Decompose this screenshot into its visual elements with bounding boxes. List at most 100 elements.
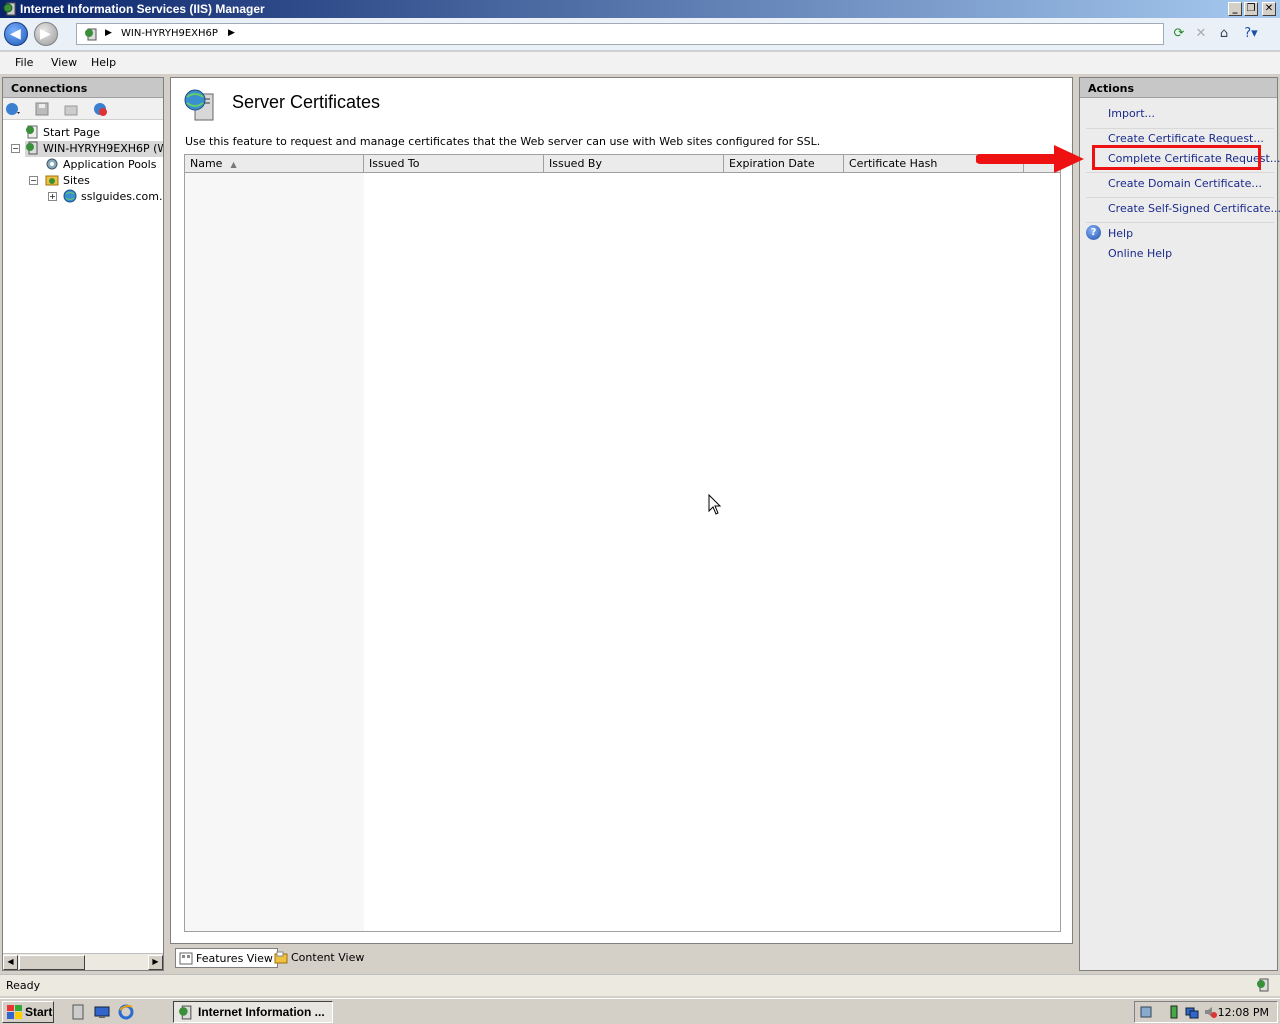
content-view-icon	[274, 951, 288, 964]
column-header-expiration-date[interactable]: Expiration Date	[724, 155, 844, 173]
features-view-label: Features View	[196, 952, 273, 965]
application-pools-icon	[46, 158, 58, 170]
close-button[interactable]: ✕	[1262, 2, 1276, 16]
server-status-icon	[1257, 978, 1269, 992]
import-link[interactable]: Import...	[1108, 107, 1155, 120]
sites-folder-icon	[45, 175, 59, 186]
feature-panel: Server Certificates Use this feature to …	[170, 77, 1073, 944]
collapse-server-icon[interactable]: −	[11, 144, 20, 153]
minimize-button[interactable]: _	[1228, 2, 1242, 16]
menu-view[interactable]: View	[51, 56, 77, 69]
scroll-right-icon[interactable]: ▶	[148, 955, 163, 970]
desktop-icon[interactable]	[94, 1004, 110, 1020]
feature-description: Use this feature to request and manage c…	[185, 135, 821, 148]
expand-site-icon[interactable]: +	[48, 192, 57, 201]
content-view-tab[interactable]: Content View	[271, 948, 368, 968]
tray-network-icon[interactable]	[1185, 1005, 1199, 1019]
page-title: Server Certificates	[232, 92, 381, 112]
actions-panel: Actions Import... Create Certificate Req…	[1079, 77, 1280, 971]
create-domain-certificate-link[interactable]: Create Domain Certificate...	[1108, 177, 1262, 190]
tree-label: Sites	[63, 174, 90, 187]
forward-button[interactable]: ▶	[34, 22, 58, 46]
scroll-left-icon[interactable]: ◀	[3, 955, 18, 970]
red-arrow-annotation-icon	[976, 145, 1084, 173]
tree-label: Application Pools	[63, 158, 157, 171]
create-self-signed-certificate-link[interactable]: Create Self-Signed Certificate...	[1108, 202, 1280, 215]
internet-explorer-icon[interactable]	[118, 1004, 134, 1020]
clock: 12:08 PM	[1217, 1006, 1269, 1019]
scroll-thumb[interactable]	[19, 955, 85, 970]
up-level-icon[interactable]	[63, 101, 79, 117]
taskbar: Start Internet Information ... 12:08 PM	[0, 998, 1280, 1024]
save-icon[interactable]	[34, 101, 50, 117]
collapse-sites-icon[interactable]: −	[29, 176, 38, 185]
certificates-table[interactable]: Name ▲ Issued To Issued By Expiration Dat…	[184, 154, 1061, 932]
globe-icon	[63, 189, 77, 203]
connections-toolbar	[3, 98, 163, 120]
mouse-cursor-icon	[708, 494, 722, 515]
column-header-issued-by[interactable]: Issued By	[544, 155, 724, 173]
help-link[interactable]: Help	[1108, 227, 1133, 240]
separator	[1086, 222, 1274, 223]
menu-file[interactable]: File	[15, 56, 33, 69]
server-icon	[26, 141, 38, 155]
help-dropdown-icon[interactable]: ?▾	[1242, 25, 1260, 43]
windows-flag-icon	[7, 1005, 22, 1019]
tray-volume-muted-icon[interactable]	[1203, 1005, 1217, 1019]
breadcrumb-server[interactable]: WIN-HYRYH9EXH6P	[121, 28, 218, 39]
tray-power-icon[interactable]	[1167, 1005, 1181, 1019]
tree-label: WIN-HYRYH9EXH6P (WIN	[43, 142, 163, 155]
disconnect-icon[interactable]	[92, 101, 108, 117]
title-bar: Internet Information Services (IIS) Mana…	[0, 0, 1280, 18]
connect-icon[interactable]	[5, 101, 21, 117]
status-text: Ready	[6, 979, 41, 992]
features-view-icon	[179, 952, 193, 965]
stop-icon[interactable]: ✕	[1192, 25, 1210, 43]
taskbar-iis-manager-button[interactable]: Internet Information ...	[173, 1001, 333, 1023]
connections-hscrollbar[interactable]: ◀ ▶	[3, 953, 163, 970]
start-label: Start	[25, 1005, 53, 1019]
back-arrow-icon: ◀	[10, 26, 21, 42]
features-view-tab[interactable]: Features View	[175, 948, 278, 968]
online-help-link[interactable]: Online Help	[1108, 247, 1172, 260]
server-icon	[85, 28, 97, 41]
connections-header: Connections	[3, 78, 163, 98]
server-certificates-icon	[184, 89, 214, 121]
column-header-issued-to[interactable]: Issued To	[364, 155, 544, 173]
separator	[1086, 172, 1274, 173]
maximize-button[interactable]: ❐	[1244, 2, 1258, 16]
start-button[interactable]: Start	[2, 1001, 54, 1023]
status-bar: Ready	[0, 974, 1280, 996]
taskbar-button-label: Internet Information ...	[198, 1005, 325, 1019]
content-view-label: Content View	[291, 951, 365, 964]
highlight-box	[1092, 145, 1261, 170]
menu-bar: File View Help	[0, 52, 1280, 74]
connections-panel: Connections Start Page − WIN-HYRYH9EXH6P…	[2, 77, 164, 971]
tree-server[interactable]: WIN-HYRYH9EXH6P (WIN	[25, 141, 163, 157]
start-page-icon	[26, 125, 38, 139]
back-button[interactable]: ◀	[4, 22, 28, 46]
tray-server-icon[interactable]	[1139, 1005, 1153, 1019]
refresh-icon[interactable]: ⟳	[1170, 25, 1188, 43]
help-icon[interactable]: ?	[1086, 225, 1101, 240]
system-tray: 12:08 PM	[1134, 1001, 1278, 1023]
window-title: Internet Information Services (IIS) Mana…	[20, 2, 265, 16]
tree-label: Start Page	[43, 126, 100, 139]
forward-arrow-icon: ▶	[40, 26, 51, 42]
column-header-name[interactable]: Name ▲	[185, 155, 364, 173]
iis-app-icon	[179, 1005, 192, 1020]
separator	[1086, 197, 1274, 198]
create-certificate-request-link[interactable]: Create Certificate Request...	[1108, 132, 1264, 145]
address-toolbar: ◀ ▶ ▶ WIN-HYRYH9EXH6P ▶ ⟳ ✕ ⌂ ?▾	[0, 18, 1280, 51]
home-icon[interactable]: ⌂	[1215, 25, 1233, 43]
sorted-column-shade	[185, 173, 364, 931]
address-field[interactable]: ▶ WIN-HYRYH9EXH6P ▶	[76, 23, 1164, 45]
server-manager-icon[interactable]	[70, 1004, 86, 1020]
menu-help[interactable]: Help	[91, 56, 116, 69]
connections-tree: Start Page − WIN-HYRYH9EXH6P (WIN Applic…	[3, 122, 163, 952]
tree-label: sslguides.com.au	[81, 190, 163, 203]
breadcrumb-arrow-icon[interactable]: ▶	[105, 28, 112, 38]
actions-header: Actions	[1080, 78, 1277, 98]
view-switcher: Features View Content View	[170, 946, 1073, 970]
breadcrumb-arrow-icon[interactable]: ▶	[228, 28, 235, 38]
